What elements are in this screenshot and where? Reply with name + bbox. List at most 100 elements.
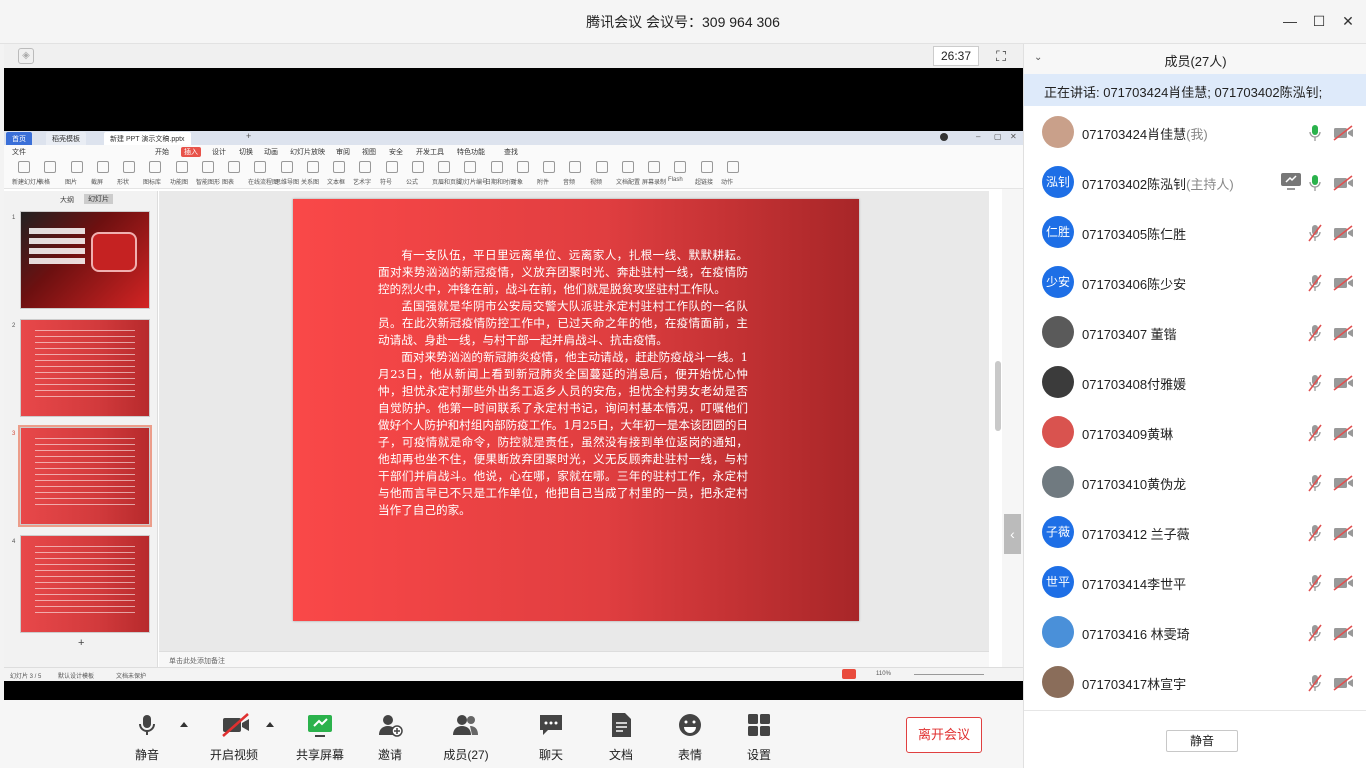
member-row[interactable]: 少安 071703406陈少安 [1024,258,1366,308]
user-dot-icon[interactable] [940,133,948,141]
leave-meeting-button[interactable]: 离开会议 [906,717,982,753]
camera-off-icon[interactable] [1333,125,1354,141]
member-row[interactable]: 071703408付雅媛 [1024,358,1366,408]
invite-button[interactable]: 邀请 [360,700,420,768]
ribbon-icon[interactable] [491,161,503,173]
menu-animation[interactable]: 动画 [264,147,278,157]
wps-minimize-icon[interactable]: – [976,132,980,141]
member-row[interactable]: 071703407 董锴 [1024,308,1366,358]
zoom-level[interactable]: 110% [876,671,891,677]
add-tab-icon[interactable]: + [246,131,251,141]
menu-review[interactable]: 审阅 [336,147,350,157]
slide-thumbnail-4[interactable] [20,535,150,633]
camera-off-icon[interactable] [1333,575,1354,591]
ribbon-icon[interactable] [386,161,398,173]
camera-off-icon[interactable] [1333,675,1354,691]
camera-off-icon[interactable] [1333,525,1354,541]
ribbon-icon[interactable] [543,161,555,173]
ribbon-icon[interactable] [176,161,188,173]
camera-off-icon[interactable] [1333,325,1354,341]
ribbon-icon[interactable] [412,161,424,173]
vertical-scrollbar[interactable] [995,361,1001,431]
member-row[interactable]: 世平 071703414李世平 [1024,558,1366,608]
ribbon-icon[interactable] [622,161,634,173]
emoji-button[interactable]: 表情 [660,700,720,768]
slide-thumbnail-1[interactable] [20,211,150,309]
menu-search[interactable]: 查找 [504,147,518,157]
play-slideshow-icon[interactable] [842,669,856,679]
wps-close-icon[interactable]: ✕ [1010,132,1017,141]
microphone-icon[interactable] [1308,174,1322,192]
fullscreen-icon[interactable]: ⛶ [992,47,1010,65]
ribbon-icon[interactable] [701,161,713,173]
menu-features[interactable]: 特色功能 [457,147,485,157]
slide-thumbnail-3[interactable] [18,425,152,527]
ribbon-icon[interactable] [228,161,240,173]
ribbon-icon[interactable] [254,161,266,173]
ribbon-icon[interactable] [97,161,109,173]
ribbon-icon[interactable] [648,161,660,173]
wps-tab-home[interactable]: 首页 [6,132,32,145]
member-row[interactable]: 子薇 071703412 兰子薇 [1024,508,1366,558]
camera-off-icon[interactable] [1333,275,1354,291]
documents-button[interactable]: 文档 [591,700,651,768]
menu-transition[interactable]: 切换 [239,147,253,157]
ribbon-icon[interactable] [71,161,83,173]
microphone-muted-icon[interactable] [1308,324,1322,342]
ribbon-icon[interactable] [281,161,293,173]
microphone-muted-icon[interactable] [1308,224,1322,242]
camera-off-icon[interactable] [1333,375,1354,391]
ribbon-icon[interactable] [123,161,135,173]
microphone-muted-icon[interactable] [1308,274,1322,292]
ribbon-icon[interactable] [596,161,608,173]
microphone-muted-icon[interactable] [1308,424,1322,442]
microphone-muted-icon[interactable] [1308,574,1322,592]
microphone-muted-icon[interactable] [1308,374,1322,392]
ribbon-icon[interactable] [359,161,371,173]
member-row[interactable]: 泓钊 071703402陈泓钊(主持人) [1024,158,1366,208]
doc-protect-status[interactable]: 文档未保护 [116,671,146,680]
mute-button[interactable]: 静音 [117,700,177,768]
ribbon-icon[interactable] [464,161,476,173]
menu-slideshow[interactable]: 幻灯片放映 [290,147,325,157]
zoom-slider[interactable] [914,674,984,675]
maximize-button[interactable]: ☐ [1308,10,1330,32]
camera-off-icon[interactable] [1333,425,1354,441]
menu-security[interactable]: 安全 [389,147,403,157]
ribbon-icon[interactable] [149,161,161,173]
ribbon-icon[interactable] [44,161,56,173]
slide-thumbnail-2[interactable] [20,319,150,417]
add-slide-icon[interactable]: + [78,637,84,649]
member-row[interactable]: 071703416 林雯琦 [1024,608,1366,658]
slides-tab[interactable]: 幻灯片 [84,194,113,204]
collapse-panel-icon[interactable]: ‹ [1004,514,1021,554]
wps-tab-templates[interactable]: 稻壳模板 [46,132,86,145]
minimize-button[interactable]: — [1279,10,1301,32]
member-row[interactable]: 071703410黄伪龙 [1024,458,1366,508]
camera-off-icon[interactable] [1333,225,1354,241]
microphone-muted-icon[interactable] [1308,624,1322,642]
video-options-caret[interactable] [266,722,274,727]
outline-tab[interactable]: 大纲 [60,195,74,205]
shield-icon[interactable]: ◈ [18,48,34,64]
current-slide[interactable]: 有一支队伍，平日里远离单位、远离家人，扎根一线、默默耕耘。面对来势汹汹的新冠疫情… [293,199,859,621]
ribbon-icon[interactable] [18,161,30,173]
close-button[interactable]: ✕ [1337,10,1359,32]
member-row[interactable]: 仁胜 071703405陈仁胜 [1024,208,1366,258]
camera-off-icon[interactable] [1333,625,1354,641]
menu-dev-tools[interactable]: 开发工具 [416,147,444,157]
menu-view[interactable]: 视图 [362,147,376,157]
ribbon-icon[interactable] [438,161,450,173]
ribbon-icon[interactable] [202,161,214,173]
camera-off-icon[interactable] [1333,175,1354,191]
microphone-muted-icon[interactable] [1308,524,1322,542]
ribbon-icon[interactable] [517,161,529,173]
menu-design[interactable]: 设计 [212,147,226,157]
microphone-muted-icon[interactable] [1308,674,1322,692]
slide-body-text[interactable]: 有一支队伍，平日里远离单位、远离家人，扎根一线、默默耕耘。面对来势汹汹的新冠疫情… [378,247,748,519]
ribbon-icon[interactable] [674,161,686,173]
ribbon-icon[interactable] [727,161,739,173]
share-screen-button[interactable]: 共享屏幕 [290,700,350,768]
ribbon-icon[interactable] [307,161,319,173]
camera-off-icon[interactable] [1333,475,1354,491]
